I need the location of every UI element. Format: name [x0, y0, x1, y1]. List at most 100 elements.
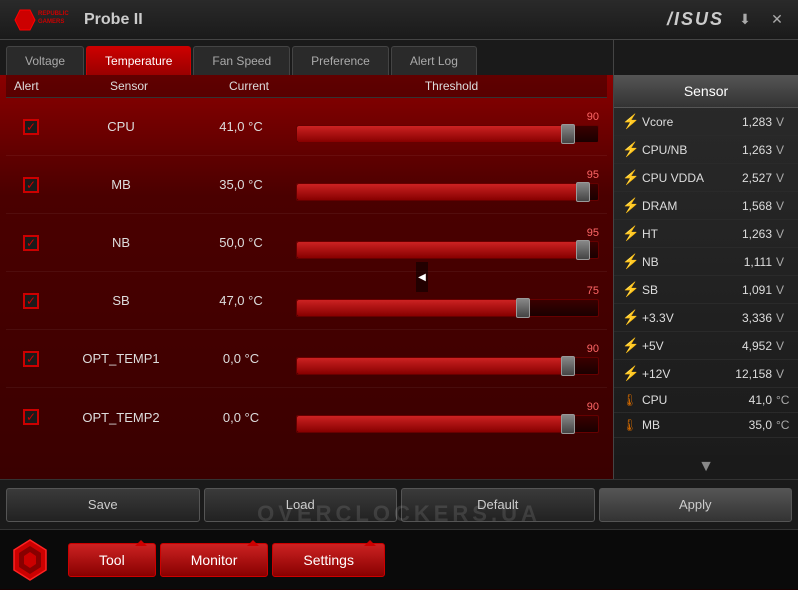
sensor-name-nb: NB — [56, 235, 186, 250]
table-row: CPU 41,0 °C 90 — [6, 98, 607, 156]
sensor-item-name: CPU — [642, 393, 708, 407]
slider-track-opt2[interactable] — [296, 415, 599, 433]
sensor-name-cpu: CPU — [56, 119, 186, 134]
slider-track-opt1[interactable] — [296, 357, 599, 375]
footer-tab-monitor[interactable]: Monitor — [160, 543, 269, 577]
sensor-item-unit: V — [776, 311, 790, 325]
voltage-icon: ⚡ — [622, 253, 638, 270]
tab-fan-speed[interactable]: Fan Speed — [193, 46, 290, 75]
alert-checkbox-opt2[interactable] — [23, 409, 39, 425]
slider-cell-cpu: 90 — [296, 111, 607, 143]
threshold-label-mb: 95 — [296, 169, 599, 181]
sensor-item-unit: V — [776, 339, 790, 353]
close-button[interactable]: ✕ — [766, 9, 788, 31]
sensor-item-unit: V — [776, 143, 790, 157]
voltage-icon: ⚡ — [622, 337, 638, 354]
footer-tab-tool[interactable]: Tool — [68, 543, 156, 577]
svg-text:REPUBLIC OF: REPUBLIC OF — [38, 11, 70, 17]
panel-collapse-arrow[interactable]: ◀ — [416, 262, 428, 292]
sensor-item-name: +5V — [642, 339, 708, 353]
list-item: ⚡ DRAM 1,568 V — [614, 192, 798, 220]
voltage-icon: ⚡ — [622, 113, 638, 130]
temp-icon: 🌡 — [622, 418, 638, 432]
sensor-rows-container: CPU 41,0 °C 90 — [0, 98, 613, 479]
sensor-item-unit: V — [776, 227, 790, 241]
footer-rog-logo — [0, 530, 60, 590]
sensor-item-name: CPU VDDA — [642, 171, 708, 185]
download-button[interactable]: ⬇ — [734, 9, 756, 31]
list-item: 🌡 MB 35,0 °C — [614, 413, 798, 438]
alert-checkbox-sb[interactable] — [23, 293, 39, 309]
header-alert: Alert — [14, 79, 64, 93]
alert-checkbox-opt1[interactable] — [23, 351, 39, 367]
footer-tab-settings[interactable]: Settings — [272, 543, 385, 577]
sensor-item-value: 12,158 — [712, 367, 772, 381]
list-item: ⚡ +12V 12,158 V — [614, 360, 798, 388]
apply-button[interactable]: Apply — [599, 488, 793, 522]
sensor-item-value: 3,336 — [712, 311, 772, 325]
voltage-icon: ⚡ — [622, 281, 638, 298]
sensor-item-name: NB — [642, 255, 708, 269]
voltage-icon: ⚡ — [622, 225, 638, 242]
voltage-icon: ⚡ — [622, 169, 638, 186]
svg-text:GAMERS: GAMERS — [38, 19, 64, 25]
list-item: ⚡ CPU VDDA 2,527 V — [614, 164, 798, 192]
right-panel-title: Sensor — [614, 75, 798, 108]
temp-icon: 🌡 — [622, 393, 638, 407]
sensor-item-name: SB — [642, 283, 708, 297]
slider-track-mb[interactable] — [296, 183, 599, 201]
right-scroll-down[interactable]: ▼ — [614, 455, 798, 479]
sensor-name-opt1: OPT_TEMP1 — [56, 351, 186, 366]
table-row: OPT_TEMP2 0,0 °C 90 — [6, 388, 607, 446]
sensor-item-value: 1,263 — [712, 143, 772, 157]
slider-cell-opt1: 90 — [296, 343, 607, 375]
list-item: ⚡ SB 1,091 V — [614, 276, 798, 304]
sensor-item-name: Vcore — [642, 115, 708, 129]
footer: Tool Monitor Settings — [0, 529, 798, 589]
slider-track-nb[interactable] — [296, 241, 599, 259]
slider-track-sb[interactable] — [296, 299, 599, 317]
asus-logo: /ISUS — [667, 9, 724, 30]
threshold-label-opt1: 90 — [296, 343, 599, 355]
sensor-name-sb: SB — [56, 293, 186, 308]
list-item: ⚡ HT 1,263 V — [614, 220, 798, 248]
list-item: ⚡ NB 1,111 V — [614, 248, 798, 276]
sensor-item-name: HT — [642, 227, 708, 241]
sensor-name-mb: MB — [56, 177, 186, 192]
tab-preference[interactable]: Preference — [292, 46, 389, 75]
sensor-item-unit: °C — [776, 393, 790, 407]
sensor-item-value: 1,091 — [712, 283, 772, 297]
header-current: Current — [194, 79, 304, 93]
tab-voltage[interactable]: Voltage — [6, 46, 84, 75]
list-item: ⚡ +5V 4,952 V — [614, 332, 798, 360]
title-controls: /ISUS ⬇ ✕ — [667, 9, 788, 31]
sensor-item-value: 1,283 — [712, 115, 772, 129]
voltage-icon: ⚡ — [622, 309, 638, 326]
table-row: OPT_TEMP1 0,0 °C 90 — [6, 330, 607, 388]
sensor-item-unit: °C — [776, 418, 790, 432]
tab-bar: Voltage Temperature Fan Speed Preference… — [0, 40, 613, 75]
tab-temperature[interactable]: Temperature — [86, 46, 191, 75]
voltage-icon: ⚡ — [622, 365, 638, 382]
sensor-item-value: 1,263 — [712, 227, 772, 241]
load-button[interactable]: Load — [204, 488, 398, 522]
slider-track-cpu[interactable] — [296, 125, 599, 143]
table-header: Alert Sensor Current Threshold — [6, 75, 607, 98]
sensor-item-value: 2,527 — [712, 171, 772, 185]
table-row: MB 35,0 °C 95 — [6, 156, 607, 214]
list-item: ⚡ CPU/NB 1,263 V — [614, 136, 798, 164]
app-title: Probe II — [84, 11, 143, 29]
sensor-item-unit: V — [776, 255, 790, 269]
right-sensor-list: ⚡ Vcore 1,283 V ⚡ CPU/NB 1,263 V ⚡ — [614, 108, 798, 455]
alert-checkbox-nb[interactable] — [23, 235, 39, 251]
alert-checkbox-mb[interactable] — [23, 177, 39, 193]
list-item: ⚡ Vcore 1,283 V — [614, 108, 798, 136]
sensor-item-value: 41,0 — [712, 393, 772, 407]
alert-checkbox-cpu[interactable] — [23, 119, 39, 135]
default-button[interactable]: Default — [401, 488, 595, 522]
slider-cell-opt2: 90 — [296, 401, 607, 433]
save-button[interactable]: Save — [6, 488, 200, 522]
header-threshold: Threshold — [304, 79, 599, 93]
tab-alert-log[interactable]: Alert Log — [391, 46, 477, 75]
rog-logo: REPUBLIC OF GAMERS — [10, 5, 70, 35]
